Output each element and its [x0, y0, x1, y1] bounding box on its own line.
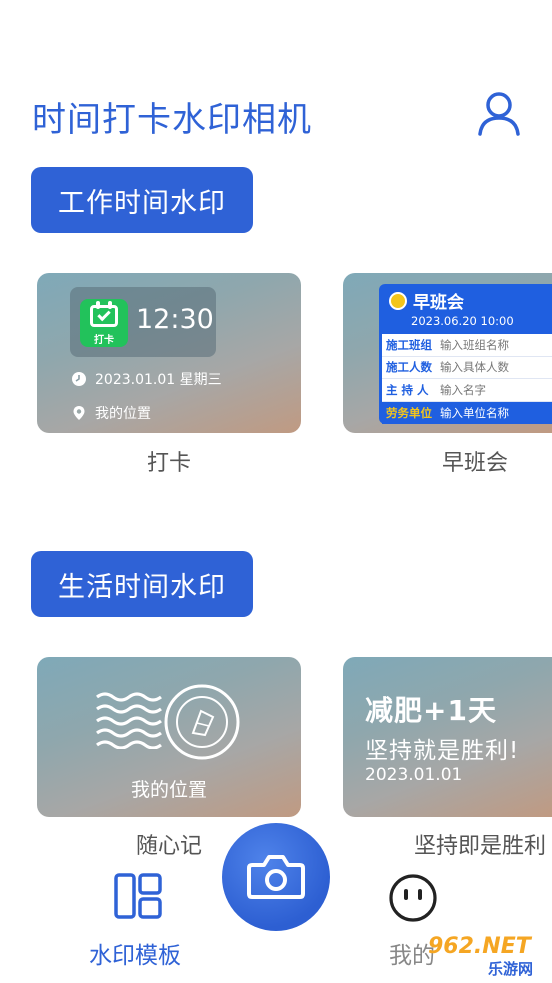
- diet-template-card[interactable]: 减肥+1天 坚持就是胜利! 2023.01.01: [343, 657, 552, 817]
- life-watermark-section-button[interactable]: 生活时间水印: [31, 551, 253, 617]
- table-row: 劳务单位 输入单位名称: [382, 401, 552, 424]
- camera-icon: [247, 855, 305, 899]
- table-row: 施工人数 输入具体人数: [382, 357, 552, 379]
- row-value: 输入单位名称: [440, 405, 509, 420]
- tab-templates[interactable]: 水印模板: [89, 936, 181, 970]
- postmark-stamp-icon: [164, 684, 240, 760]
- hard-hat-icon: [389, 291, 407, 310]
- diet-card-label: 坚持即是胜利: [413, 834, 546, 859]
- journal-template-card[interactable]: 我的位置: [37, 657, 301, 817]
- table-row: 施工班组 输入班组名称: [382, 334, 552, 357]
- diet-date: 2023.01.01: [365, 765, 463, 785]
- user-profile-icon[interactable]: [474, 88, 524, 138]
- clock-time: 12:30: [136, 304, 214, 335]
- punch-card-label: 打卡: [146, 451, 191, 476]
- meeting-title: 早班会: [389, 288, 464, 313]
- location-row: 我的位置: [71, 403, 151, 423]
- calendar-check-icon: 打卡: [80, 299, 128, 347]
- location-text: 我的位置: [95, 406, 151, 422]
- row-value: 输入班组名称: [440, 337, 509, 352]
- meeting-datetime: 2023.06.20 10:00: [411, 314, 514, 328]
- journal-location-text: 我的位置: [130, 779, 207, 801]
- row-key: 施工班组: [386, 337, 432, 352]
- diet-headline: 减肥+1天: [365, 694, 497, 727]
- watermark-text: 962.NET: [428, 934, 531, 959]
- clock-box: 打卡 12:30: [70, 287, 216, 357]
- punch-template-card[interactable]: 打卡 12:30 2023.01.01 星期三 我的位置: [37, 273, 301, 433]
- meeting-table: 施工班组 输入班组名称 施工人数 输入具体人数 主 持 人 输入名字 劳务单位 …: [382, 334, 552, 424]
- table-row: 主 持 人 输入名字: [382, 379, 552, 402]
- badge-text: 打卡: [94, 335, 114, 346]
- template-grid-icon[interactable]: [114, 873, 162, 919]
- row-value: 输入具体人数: [440, 360, 509, 375]
- camera-button[interactable]: [222, 823, 330, 931]
- meeting-panel: 早班会 2023.06.20 10:00 施工班组 输入班组名称 施工人数 输入…: [379, 284, 552, 424]
- meeting-template-card[interactable]: 早班会 2023.06.20 10:00 施工班组 输入班组名称 施工人数 输入…: [343, 273, 552, 433]
- date-text: 2023.01.01 星期三: [95, 372, 222, 388]
- watermark-subtext: 乐游网: [488, 960, 534, 978]
- clock-icon: [72, 372, 86, 386]
- profile-face-icon[interactable]: [388, 873, 438, 923]
- row-value: 输入名字: [440, 382, 486, 397]
- meeting-title-text: 早班会: [413, 293, 464, 313]
- app-title: 时间打卡水印相机: [32, 100, 312, 140]
- work-watermark-section-button[interactable]: 工作时间水印: [31, 167, 253, 233]
- postmark-waves-icon: [96, 692, 162, 749]
- row-key: 劳务单位: [386, 405, 432, 420]
- diet-slogan: 坚持就是胜利!: [365, 738, 520, 764]
- date-row: 2023.01.01 星期三: [71, 369, 222, 389]
- site-watermark-logo: 962.NET 乐游网: [410, 930, 550, 980]
- location-pin-icon: [73, 406, 85, 420]
- meeting-card-label: 早班会: [441, 451, 508, 476]
- row-key: 主 持 人: [386, 382, 429, 397]
- row-key: 施工人数: [386, 360, 432, 375]
